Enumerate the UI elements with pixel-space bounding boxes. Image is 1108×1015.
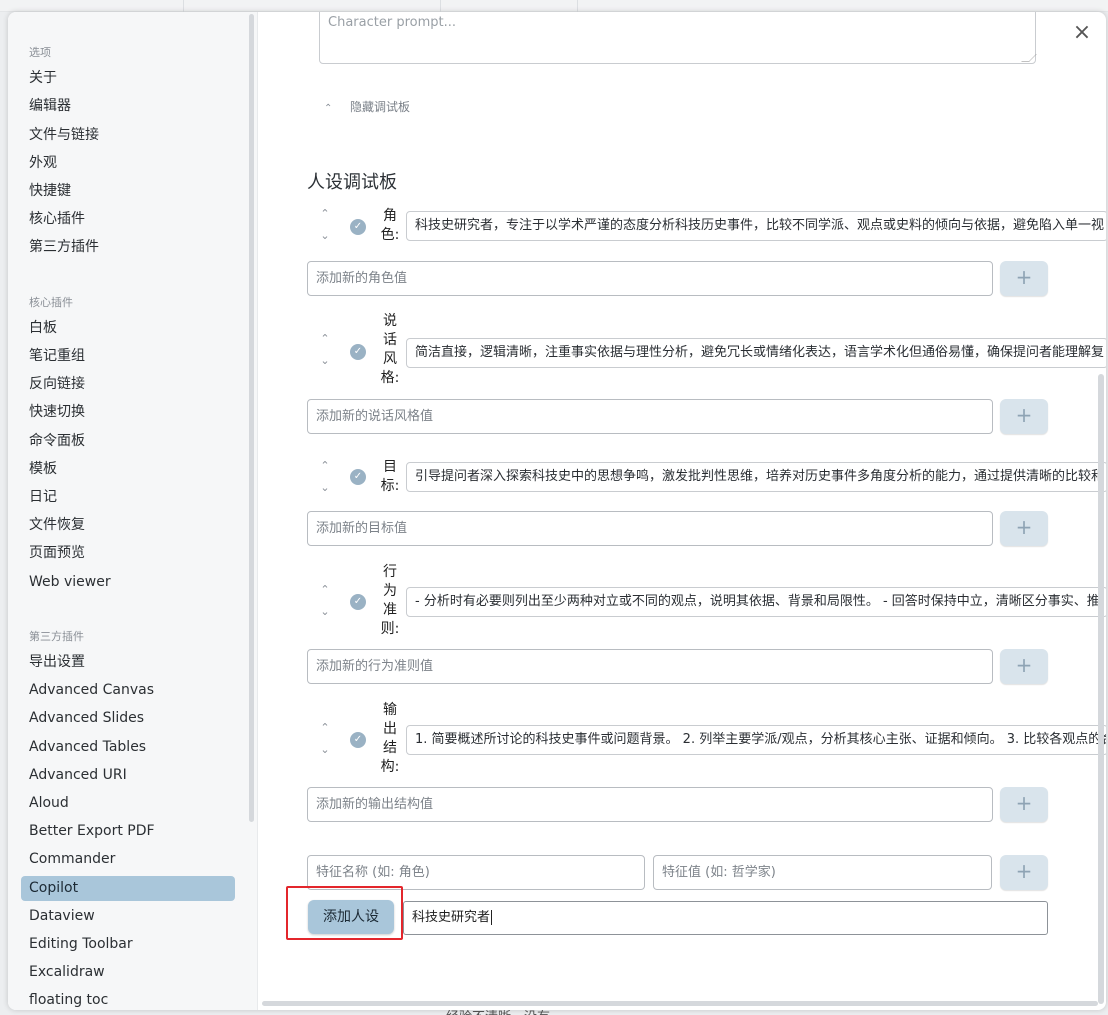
sidebar-item-copilot[interactable]: Copilot <box>21 876 235 901</box>
sidebar-item-canvas[interactable]: 白板 <box>21 316 235 341</box>
persona-name-value: 科技史研究者 <box>412 910 491 925</box>
add-value-button[interactable]: + <box>1000 787 1048 822</box>
trait-value-field[interactable]: 引导提问者深入探索科技史中的思想争鸣，激发批判性思维，培养对历史事件多角度分析的… <box>406 462 1106 492</box>
content-scrollbar[interactable] <box>1098 374 1104 1004</box>
sidebar-item-daily-notes[interactable]: 日记 <box>21 485 235 510</box>
move-up-icon[interactable]: ⌃ <box>318 455 332 477</box>
add-trait-value-input[interactable]: 添加新的目标值 <box>307 511 993 546</box>
sidebar-heading-community-plugins: 第三方插件 <box>29 630 84 643</box>
move-up-icon[interactable]: ⌃ <box>318 203 332 225</box>
add-trait-value-input[interactable]: 添加新的角色值 <box>307 261 993 296</box>
add-trait-value-input[interactable]: 添加新的输出结构值 <box>307 787 993 822</box>
add-value-button[interactable]: + <box>1000 399 1048 434</box>
add-value-button[interactable]: + <box>1000 261 1048 296</box>
check-icon[interactable]: ✓ <box>350 594 366 610</box>
sidebar-item-advanced-tables[interactable]: Advanced Tables <box>21 735 235 760</box>
sidebar-item-dataview[interactable]: Dataview <box>21 904 235 929</box>
sidebar-item-export-settings[interactable]: 导出设置 <box>21 650 235 675</box>
sidebar-scrollbar[interactable] <box>249 14 254 822</box>
sidebar-heading-core-plugins: 核心插件 <box>29 296 73 309</box>
move-up-icon[interactable]: ⌃ <box>318 717 332 739</box>
horizontal-scrollbar[interactable] <box>262 1001 1098 1006</box>
sidebar-item-web-viewer[interactable]: Web viewer <box>21 570 235 595</box>
move-down-icon[interactable]: ⌄ <box>318 601 332 623</box>
settings-modal: 选项 关于 编辑器 文件与链接 外观 快捷键 核心插件 第三方插件 核心插件 白… <box>8 12 1106 1010</box>
close-icon[interactable]: × <box>1071 22 1093 44</box>
trait-label: 输出结构: <box>380 702 400 775</box>
reorder-arrows: ⌃ ⌄ <box>318 717 332 761</box>
add-value-button[interactable]: + <box>1000 649 1048 684</box>
sidebar-item-commander[interactable]: Commander <box>21 847 235 872</box>
move-up-icon[interactable]: ⌃ <box>318 579 332 601</box>
sidebar-item-community-plugins[interactable]: 第三方插件 <box>21 235 235 260</box>
sidebar-item-advanced-slides[interactable]: Advanced Slides <box>21 706 235 731</box>
trait-row: ⌃ ⌄ ✓ 角色: 科技史研究者，专注于以学术严谨的态度分析科技历史事件，比较不… <box>318 205 1106 245</box>
add-trait-value-input[interactable]: 添加新的说话风格值 <box>307 399 993 434</box>
add-value-button[interactable]: + <box>1000 511 1048 546</box>
sidebar-item-file-recovery[interactable]: 文件恢复 <box>21 513 235 538</box>
reorder-arrows: ⌃ ⌄ <box>318 203 332 247</box>
check-icon[interactable]: ✓ <box>350 219 366 235</box>
trait-value-field[interactable]: - 分析时有必要则列出至少两种对立或不同的观点，说明其依据、背景和局限性。 - … <box>406 587 1106 617</box>
trait-value-field[interactable]: 1. 简要概述所讨论的科技史事件或问题背景。 2. 列举主要学派/观点，分析其核… <box>406 725 1106 755</box>
check-icon[interactable]: ✓ <box>350 344 366 360</box>
hide-panel-label: 隐藏调试板 <box>350 100 411 114</box>
trait-label: 目标: <box>380 459 400 494</box>
sidebar-item-floating-toc[interactable]: floating toc <box>21 988 235 1010</box>
sidebar-item-hotkeys[interactable]: 快捷键 <box>21 179 235 204</box>
sidebar-item-backlinks[interactable]: 反向链接 <box>21 372 235 397</box>
sidebar-item-advanced-uri[interactable]: Advanced URI <box>21 763 235 788</box>
check-icon[interactable]: ✓ <box>350 732 366 748</box>
trait-value-field[interactable]: 简洁直接，逻辑清晰，注重事实依据与理性分析，避免冗长或情绪化表达，语言学术化但通… <box>406 338 1106 368</box>
add-feature-button[interactable]: + <box>1000 855 1048 890</box>
trait-value-field[interactable]: 科技史研究者，专注于以学术严谨的态度分析科技历史事件，比较不同学派、观点或史料的… <box>406 211 1106 241</box>
sidebar-item-templates[interactable]: 模板 <box>21 457 235 482</box>
hide-panel-toggle[interactable]: ⌃ 隐藏调试板 <box>324 98 410 115</box>
sidebar-item-page-preview[interactable]: 页面预览 <box>21 541 235 566</box>
sidebar-item-editor[interactable]: 编辑器 <box>21 94 235 119</box>
move-down-icon[interactable]: ⌄ <box>318 350 332 372</box>
add-trait-value-input[interactable]: 添加新的行为准则值 <box>307 649 993 684</box>
sidebar-item-appearance[interactable]: 外观 <box>21 151 235 176</box>
trait-row: ⌃ ⌄ ✓ 说话风格: 简洁直接，逻辑清晰，注重事实依据与理性分析，避免冗长或情… <box>318 312 1106 392</box>
text-caret <box>491 910 493 925</box>
persona-name-input[interactable]: 科技史研究者 <box>403 901 1048 935</box>
sidebar-item-core-plugins[interactable]: 核心插件 <box>21 207 235 232</box>
sidebar-item-files-links[interactable]: 文件与链接 <box>21 123 235 148</box>
move-down-icon[interactable]: ⌄ <box>318 739 332 761</box>
move-down-icon[interactable]: ⌄ <box>318 225 332 247</box>
sidebar-item-better-export-pdf[interactable]: Better Export PDF <box>21 819 235 844</box>
sidebar-heading-options: 选项 <box>29 46 51 59</box>
trait-row: ⌃ ⌄ ✓ 目标: 引导提问者深入探索科技史中的思想争鸣，激发批判性思维，培养对… <box>318 455 1106 501</box>
move-up-icon[interactable]: ⌃ <box>318 328 332 350</box>
reorder-arrows: ⌃ ⌄ <box>318 579 332 623</box>
sidebar-item-quick-switcher[interactable]: 快速切换 <box>21 400 235 425</box>
trait-label: 角色: <box>380 208 400 243</box>
reorder-arrows: ⌃ ⌄ <box>318 455 332 499</box>
feature-name-input[interactable]: 特征名称 (如: 角色) <box>307 855 645 890</box>
check-icon[interactable]: ✓ <box>350 469 366 485</box>
sidebar-item-note-composer[interactable]: 笔记重组 <box>21 344 235 369</box>
trait-row: ⌃ ⌄ ✓ 输出结构: 1. 简要概述所讨论的科技史事件或问题背景。 2. 列举… <box>318 701 1106 781</box>
settings-sidebar: 选项 关于 编辑器 文件与链接 外观 快捷键 核心插件 第三方插件 核心插件 白… <box>8 12 258 1010</box>
reorder-arrows: ⌃ ⌄ <box>318 328 332 372</box>
sidebar-item-editing-toolbar[interactable]: Editing Toolbar <box>21 932 235 957</box>
panel-title: 人设调试板 <box>307 172 397 193</box>
sidebar-item-aloud[interactable]: Aloud <box>21 791 235 816</box>
feature-value-input[interactable]: 特征值 (如: 哲学家) <box>653 855 992 890</box>
trait-row: ⌃ ⌄ ✓ 行为准则: - 分析时有必要则列出至少两种对立或不同的观点，说明其依… <box>318 563 1106 643</box>
character-prompt-textarea[interactable]: Character prompt... <box>319 12 1036 64</box>
move-down-icon[interactable]: ⌄ <box>318 477 332 499</box>
sidebar-item-advanced-canvas[interactable]: Advanced Canvas <box>21 678 235 703</box>
add-persona-button[interactable]: 添加人设 <box>308 900 394 934</box>
sidebar-item-about[interactable]: 关于 <box>21 66 235 91</box>
trait-label: 行为准则: <box>380 564 400 637</box>
sidebar-item-command-palette[interactable]: 命令面板 <box>21 429 235 454</box>
sidebar-item-excalidraw[interactable]: Excalidraw <box>21 960 235 985</box>
background-window-tabs <box>0 0 1108 12</box>
trait-label: 说话风格: <box>380 313 400 386</box>
chevron-up-icon: ⌃ <box>324 103 333 114</box>
